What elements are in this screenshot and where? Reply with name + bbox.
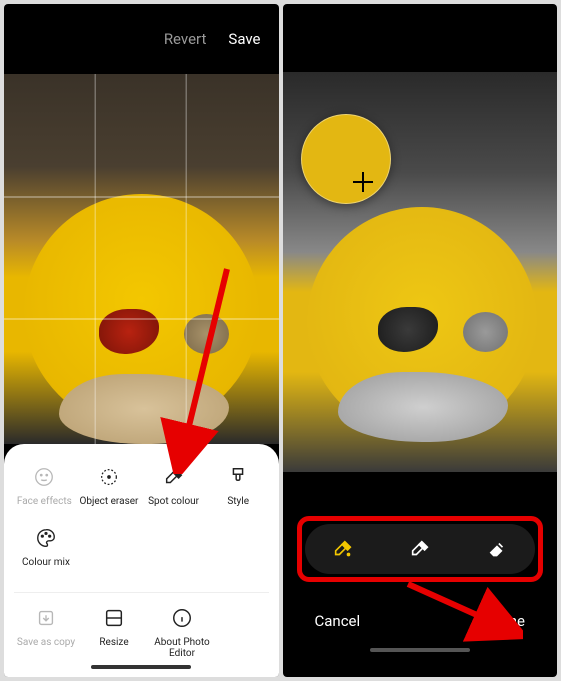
brush-icon (225, 464, 251, 490)
tool-about[interactable]: About Photo Editor (150, 605, 214, 659)
tools-panel: Face effects Object eraser Spot colour S… (4, 444, 279, 677)
editor-topbar: Revert Save (4, 4, 279, 74)
tool-save-as-copy: Save as copy (14, 605, 78, 659)
done-button[interactable]: Done (490, 612, 525, 630)
eyedropper-icon (161, 464, 187, 490)
save-button[interactable]: Save (228, 30, 260, 48)
info-icon (169, 605, 195, 631)
right-screenshot: Cancel Done (283, 4, 558, 677)
tool-label: Colour mix (22, 557, 70, 568)
revert-button[interactable]: Revert (164, 30, 207, 48)
eyedropper-button[interactable] (382, 538, 458, 560)
image-preview[interactable] (283, 72, 558, 472)
resize-icon (101, 605, 127, 631)
eyedropper-active-button[interactable] (305, 538, 381, 560)
tool-label: Spot colour (148, 496, 199, 507)
cancel-button[interactable]: Cancel (315, 612, 361, 630)
tool-label: About Photo Editor (150, 637, 214, 659)
spot-colour-toolbar (305, 524, 536, 574)
tool-style[interactable]: Style (208, 464, 269, 507)
photo-food (463, 312, 508, 352)
tool-colour-mix[interactable]: Colour mix (14, 525, 78, 568)
tool-label: Style (227, 496, 249, 507)
tool-resize[interactable]: Resize (82, 605, 146, 659)
palette-icon (33, 525, 59, 551)
face-icon (31, 464, 57, 490)
home-indicator (370, 648, 470, 652)
tool-label: Save as copy (17, 637, 75, 648)
tool-object-eraser[interactable]: Object eraser (79, 464, 140, 507)
tool-spot-colour[interactable]: Spot colour (143, 464, 204, 507)
crop-grid (4, 74, 279, 444)
photo-food (338, 372, 508, 442)
object-eraser-icon (96, 464, 122, 490)
home-indicator (91, 665, 191, 669)
save-copy-icon (33, 605, 59, 631)
colour-loupe (301, 114, 391, 204)
image-preview[interactable] (4, 74, 279, 444)
editor-footer: Cancel Done (283, 612, 558, 644)
tool-label: Object eraser (79, 496, 138, 507)
tool-label: Resize (99, 637, 128, 648)
left-screenshot: Revert Save Face effects Object eraser (4, 4, 279, 677)
tools-row-1: Face effects Object eraser Spot colour S… (14, 464, 269, 507)
eraser-button[interactable] (459, 538, 535, 560)
tool-face-effects: Face effects (14, 464, 75, 507)
tools-row-2: Colour mix (14, 525, 269, 568)
eyedropper-crosshair[interactable] (353, 172, 373, 192)
tool-label: Face effects (17, 496, 72, 507)
bottom-tools-row: Save as copy Resize About Photo Editor (14, 592, 269, 659)
